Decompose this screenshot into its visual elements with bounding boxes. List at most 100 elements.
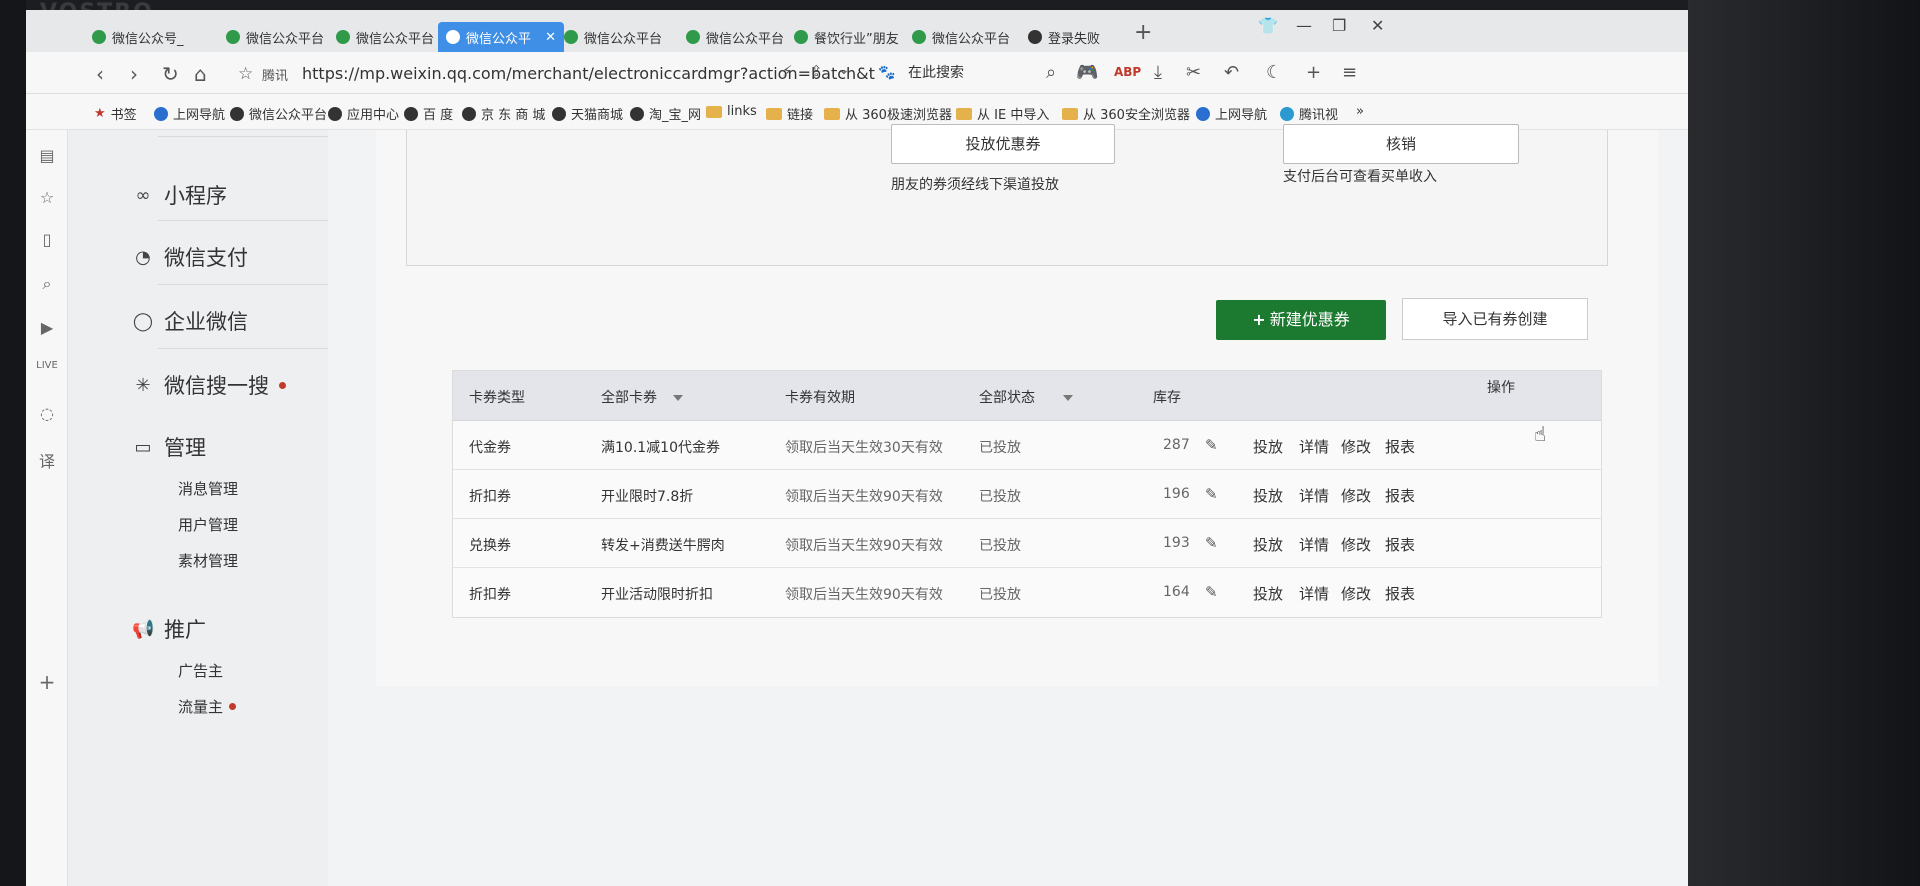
- edit-stock-icon[interactable]: ✎: [1205, 485, 1218, 503]
- distribute-coupon-button[interactable]: 投放优惠券: [891, 124, 1115, 164]
- back-icon[interactable]: ‹: [96, 62, 104, 86]
- night-mode-icon[interactable]: ☾: [1266, 62, 1282, 83]
- bookmark-item[interactable]: 应用中心: [328, 104, 399, 123]
- col-status-filter[interactable]: 全部状态: [979, 387, 1073, 407]
- minimize-icon[interactable]: —: [1296, 16, 1312, 35]
- menu-item-work-wechat[interactable]: ◯ 企业微信: [132, 306, 248, 336]
- bookmark-folder[interactable]: 从 IE 中导入: [956, 104, 1049, 123]
- game-icon[interactable]: 🎮: [1076, 62, 1098, 83]
- action-details[interactable]: 详情: [1299, 436, 1329, 457]
- menu-sub-materials[interactable]: 素材管理: [178, 550, 238, 571]
- menu-item-manage[interactable]: ▭ 管理: [132, 432, 206, 462]
- chat-icon[interactable]: ◌: [36, 404, 58, 426]
- browser-tab-active[interactable]: 微信公众平 ✕: [438, 22, 564, 52]
- notification-dot: [229, 703, 237, 710]
- home-icon[interactable]: ⌂: [194, 62, 207, 86]
- search-icon[interactable]: ⌕: [36, 274, 58, 296]
- reload-icon[interactable]: ↻: [162, 62, 179, 86]
- bookmark-folder[interactable]: links: [706, 104, 757, 119]
- translate-icon[interactable]: 译: [36, 448, 58, 471]
- bookmark-item[interactable]: 百 度: [404, 104, 453, 123]
- action-edit[interactable]: 修改: [1341, 485, 1371, 506]
- menu-sub-advertiser[interactable]: 广告主: [178, 660, 223, 681]
- browser-tab[interactable]: 微信公众平台: [904, 22, 1036, 52]
- bookmark-item[interactable]: 淘_宝_网: [630, 104, 701, 123]
- verify-hint: 支付后台可查看买单收入: [1283, 169, 1437, 185]
- star-icon[interactable]: ☆: [238, 64, 253, 84]
- action-details[interactable]: 详情: [1299, 485, 1329, 506]
- action-details[interactable]: 详情: [1299, 583, 1329, 604]
- adblock-icon[interactable]: ABP: [1114, 65, 1141, 79]
- megaphone-icon: 📢: [132, 618, 155, 640]
- action-report[interactable]: 报表: [1385, 436, 1415, 457]
- plus-icon: +: [1252, 310, 1266, 329]
- bookmark-item[interactable]: 京 东 商 城: [462, 104, 545, 123]
- wechat-icon: [226, 30, 240, 44]
- chevron-down-icon[interactable]: ⌄: [838, 62, 850, 78]
- action-report[interactable]: 报表: [1385, 534, 1415, 555]
- restore-icon[interactable]: ❐: [1332, 16, 1346, 35]
- edit-stock-icon[interactable]: ✎: [1205, 436, 1218, 454]
- col-all-coupons-filter[interactable]: 全部卡券: [601, 387, 683, 407]
- action-report[interactable]: 报表: [1385, 485, 1415, 506]
- forward-icon[interactable]: ›: [130, 62, 138, 86]
- menu-item-promotion[interactable]: 📢 推广: [132, 614, 206, 644]
- new-tab-button[interactable]: +: [1134, 20, 1152, 45]
- verify-button[interactable]: 核销: [1283, 124, 1519, 164]
- bookmark-item[interactable]: ★ 书签: [94, 104, 137, 123]
- bookmark-folder[interactable]: 从 360极速浏览器: [824, 104, 952, 123]
- menu-sub-users[interactable]: 用户管理: [178, 514, 238, 535]
- lightning-icon[interactable]: ⚡: [782, 62, 793, 80]
- import-coupon-button[interactable]: 导入已有券创建: [1402, 298, 1588, 340]
- action-details[interactable]: 详情: [1299, 534, 1329, 555]
- share-icon[interactable]: ⇪: [810, 62, 823, 80]
- undo-icon[interactable]: ↶: [1224, 62, 1239, 83]
- live-icon[interactable]: LIVE: [36, 360, 58, 382]
- action-edit[interactable]: 修改: [1341, 534, 1371, 555]
- search-icon[interactable]: ⌕: [1046, 62, 1056, 83]
- more-bookmarks-icon[interactable]: »: [1356, 104, 1364, 119]
- new-coupon-button[interactable]: + 新建优惠券: [1216, 300, 1386, 340]
- bookmark-item[interactable]: 上网导航: [154, 104, 225, 123]
- favorites-icon[interactable]: ☆: [36, 188, 58, 210]
- globe-icon: [462, 106, 476, 121]
- download-icon[interactable]: ⤓: [1154, 62, 1162, 83]
- edit-stock-icon[interactable]: ✎: [1205, 534, 1218, 552]
- action-edit[interactable]: 修改: [1341, 583, 1371, 604]
- close-window-icon[interactable]: ✕: [1371, 16, 1384, 35]
- close-tab-icon[interactable]: ✕: [545, 30, 556, 45]
- bookmark-item[interactable]: 上网导航: [1196, 104, 1267, 123]
- menu-item-miniprogram[interactable]: ∞ 小程序: [132, 180, 228, 210]
- edit-stock-icon[interactable]: ✎: [1205, 583, 1218, 601]
- action-distribute[interactable]: 投放: [1253, 583, 1283, 604]
- action-distribute[interactable]: 投放: [1253, 485, 1283, 506]
- browser-tab[interactable]: 登录失败: [1020, 22, 1152, 52]
- action-distribute[interactable]: 投放: [1253, 534, 1283, 555]
- browser-tab[interactable]: 微信公众号_: [84, 22, 216, 52]
- menu-item-wechat-pay[interactable]: ◔ 微信支付: [132, 242, 248, 272]
- menu-sub-publisher[interactable]: 流量主: [178, 696, 237, 717]
- scissors-icon[interactable]: ✂: [1186, 62, 1201, 83]
- bookmark-item[interactable]: 腾讯视: [1280, 104, 1338, 123]
- news-icon[interactable]: ▤: [36, 146, 58, 168]
- action-edit[interactable]: 修改: [1341, 436, 1371, 457]
- shirt-icon[interactable]: 👕: [1258, 16, 1278, 35]
- video-icon[interactable]: ▶: [36, 318, 58, 340]
- bookmark-folder[interactable]: 链接: [766, 104, 813, 123]
- bookmark-item[interactable]: 微信公众平台: [230, 104, 327, 123]
- bookmark-item[interactable]: 天猫商城: [552, 104, 623, 123]
- browser-tab[interactable]: 微信公众平台: [556, 22, 688, 52]
- sparkle-icon: ✳: [135, 374, 151, 396]
- bookmark-folder[interactable]: 从 360安全浏览器: [1062, 104, 1190, 123]
- action-report[interactable]: 报表: [1385, 583, 1415, 604]
- add-icon[interactable]: +: [36, 670, 58, 694]
- menu-item-search[interactable]: ✳ 微信搜一搜: [132, 370, 286, 400]
- divider: [158, 284, 328, 285]
- search-input[interactable]: 🐾 在此搜索: [872, 60, 1092, 86]
- plus-icon[interactable]: +: [1306, 62, 1321, 83]
- menu-sub-messages[interactable]: 消息管理: [178, 478, 238, 499]
- menu-icon[interactable]: ≡: [1342, 62, 1357, 83]
- browser-tab[interactable]: 餐饮行业”朋友: [786, 22, 918, 52]
- action-distribute[interactable]: 投放: [1253, 436, 1283, 457]
- book-icon[interactable]: ▯: [36, 230, 58, 252]
